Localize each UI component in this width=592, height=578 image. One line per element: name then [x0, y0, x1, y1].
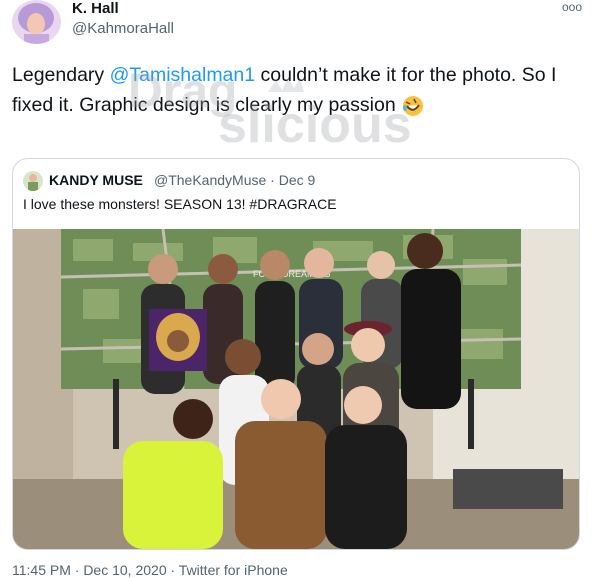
quoted-author-avatar[interactable]	[23, 171, 43, 191]
tweet-text-prefix: Legendary	[12, 64, 110, 86]
tweet-text: Legendary @Tamishalman1 couldn’t make it…	[12, 60, 582, 120]
rolling-on-floor-laughing-emoji-icon	[401, 94, 425, 118]
author-avatar[interactable]	[12, 0, 61, 44]
sconce-right	[468, 379, 474, 449]
quoted-tweet[interactable]: KANDY MUSE @TheKandyMuse · Dec 9 I love …	[12, 158, 580, 550]
quoted-display-name[interactable]: KANDY MUSE	[49, 172, 143, 188]
quoted-avatar-icon	[23, 171, 43, 191]
quoted-tweet-text: I love these monsters! SEASON 13! #DRAGR…	[23, 196, 337, 212]
group-photo-image[interactable]: FOR A DREAMING	[13, 229, 579, 549]
author-display-name[interactable]: K. Hall	[72, 0, 119, 17]
author-handle[interactable]: @KahmoraHall	[72, 20, 174, 37]
sconce-left	[113, 379, 119, 449]
more-options-icon[interactable]: ooo	[562, 0, 582, 14]
profile-avatar-icon	[12, 0, 61, 44]
quoted-handle-date[interactable]: @TheKandyMuse · Dec 9	[154, 172, 315, 188]
mention-link[interactable]: @Tamishalman1	[110, 64, 256, 86]
